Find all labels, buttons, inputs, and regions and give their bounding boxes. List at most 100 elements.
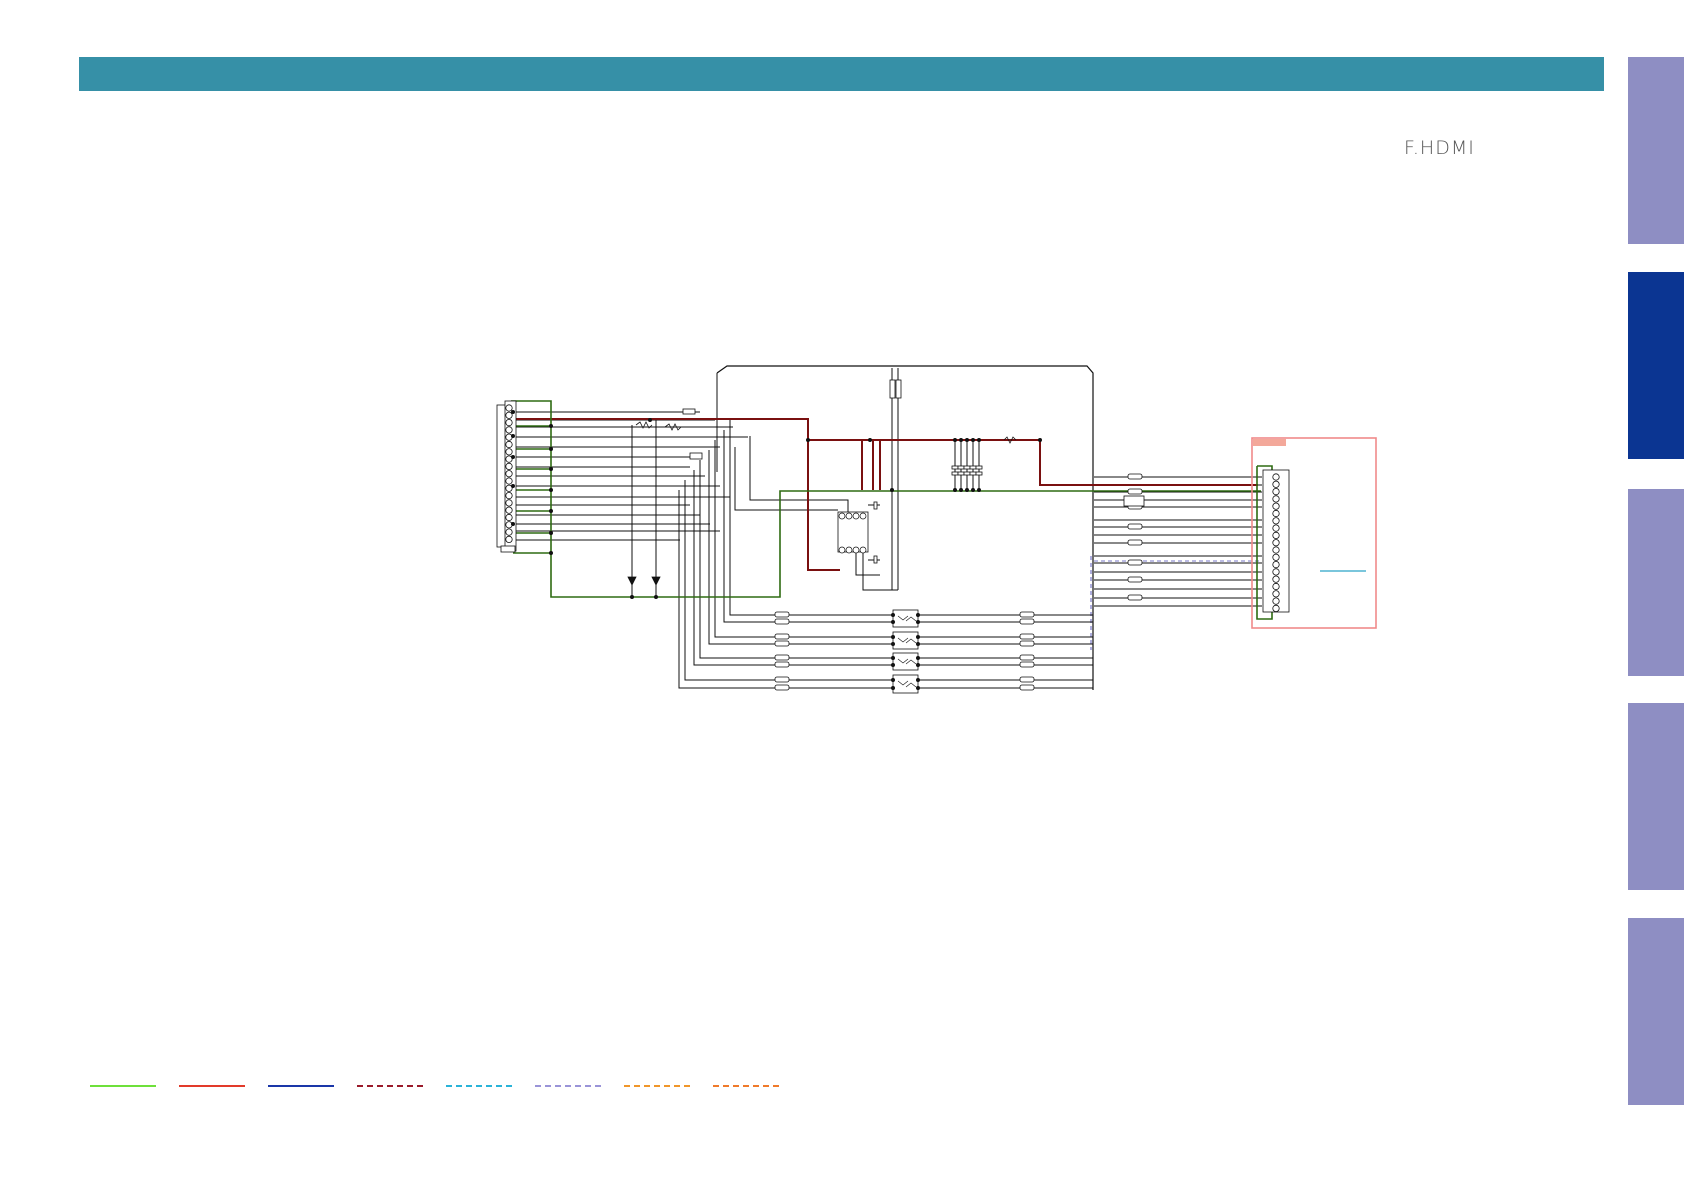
capacitor <box>963 465 971 470</box>
junction-dot <box>916 656 920 660</box>
left-connector-pin <box>505 535 513 544</box>
junction-dot <box>511 522 515 526</box>
left-connector-pin <box>505 462 513 470</box>
left-connector-foot <box>500 545 516 553</box>
right-connector-pin <box>1272 568 1280 576</box>
right-connector-pin <box>1272 546 1280 554</box>
junction-dot <box>511 410 515 414</box>
resistor <box>774 654 790 661</box>
capacitor <box>951 465 959 470</box>
right-connector-pin <box>1272 590 1280 598</box>
ic-pin <box>838 546 846 554</box>
ic-pin <box>859 546 867 554</box>
diode <box>627 576 637 586</box>
ic-pin <box>852 512 860 520</box>
resistor <box>682 408 696 415</box>
wire <box>855 552 880 576</box>
resistor <box>774 633 790 640</box>
resistor <box>1127 539 1143 546</box>
power-lines <box>513 418 1258 571</box>
resistor <box>1019 661 1035 668</box>
left-connector-pin <box>505 418 513 427</box>
resistor <box>1019 611 1035 618</box>
junction-dot <box>891 642 895 646</box>
junction-dot <box>549 488 553 492</box>
junction-dot <box>891 686 895 690</box>
resistor <box>1019 640 1035 647</box>
junction-dot <box>890 488 894 492</box>
junction-dot <box>916 686 920 690</box>
junction-dot <box>959 438 963 442</box>
junction-dot <box>977 488 981 492</box>
junction-dot <box>916 642 920 646</box>
left-connector-pin <box>505 433 513 441</box>
resistor <box>689 452 703 460</box>
highlight-tag <box>1253 439 1286 446</box>
left-connector-pin <box>505 513 513 522</box>
right-connector-pin <box>1272 553 1280 561</box>
esd-array <box>892 631 919 650</box>
left-connector-pin <box>505 426 513 434</box>
junction-dot <box>971 488 975 492</box>
junction-dot <box>549 424 553 428</box>
right-connector-pin <box>1272 495 1280 503</box>
left-connector-pin <box>505 411 513 419</box>
junction-dot <box>891 678 895 682</box>
ic-pin <box>845 512 853 520</box>
power-rail <box>513 418 840 571</box>
legend-line-6 <box>535 1085 601 1087</box>
right-connector-pin <box>1272 473 1280 481</box>
left-connector-pin <box>505 440 513 449</box>
capacitor <box>975 471 983 476</box>
junction-dot <box>977 438 981 442</box>
wire <box>729 420 1093 616</box>
legend-line-1 <box>90 1085 156 1087</box>
power-rail-main <box>808 439 1258 486</box>
ic-pin <box>838 512 846 520</box>
filter <box>1123 495 1145 507</box>
wire <box>699 460 1093 659</box>
capacitor <box>873 555 878 564</box>
junction-dot <box>971 438 975 442</box>
junction-dot <box>549 551 553 555</box>
resistor <box>774 640 790 647</box>
right-connector-pin <box>1272 517 1280 525</box>
junction-dots <box>511 410 1042 690</box>
junction-dot <box>549 531 553 535</box>
junction-dot <box>916 635 920 639</box>
signal-wires <box>513 365 1262 690</box>
right-connector-pin <box>1272 487 1280 496</box>
junction-dot <box>891 635 895 639</box>
capacitor <box>963 471 971 476</box>
wire <box>714 440 1093 638</box>
capacitor <box>951 471 959 476</box>
esd-array <box>892 652 919 671</box>
ic-pin <box>845 546 853 554</box>
junction-dot <box>549 447 553 451</box>
left-connector-pin <box>505 491 513 500</box>
resistor <box>1127 576 1143 583</box>
wire <box>749 436 849 512</box>
wire <box>862 552 898 591</box>
junction-dot <box>806 438 810 442</box>
junction-dot <box>959 488 963 492</box>
left-connector-pin <box>505 506 513 514</box>
junction-dot <box>916 663 920 667</box>
junction-dot <box>891 613 895 617</box>
capacitor <box>969 471 977 476</box>
junction-dot <box>868 438 872 442</box>
resistor <box>774 676 790 683</box>
left-connector-pin <box>505 499 513 507</box>
fuse <box>895 379 902 399</box>
legend-line-5 <box>446 1085 512 1087</box>
legend-line-2 <box>179 1085 245 1087</box>
capacitor <box>969 465 977 470</box>
ic-pin <box>859 512 867 520</box>
right-connector-pin <box>1272 524 1280 532</box>
junction-dot <box>965 488 969 492</box>
right-connector-pin <box>1272 597 1280 605</box>
junction-dot <box>953 438 957 442</box>
resistor <box>1127 594 1143 601</box>
fuse <box>889 379 896 399</box>
resistor <box>1019 633 1035 640</box>
